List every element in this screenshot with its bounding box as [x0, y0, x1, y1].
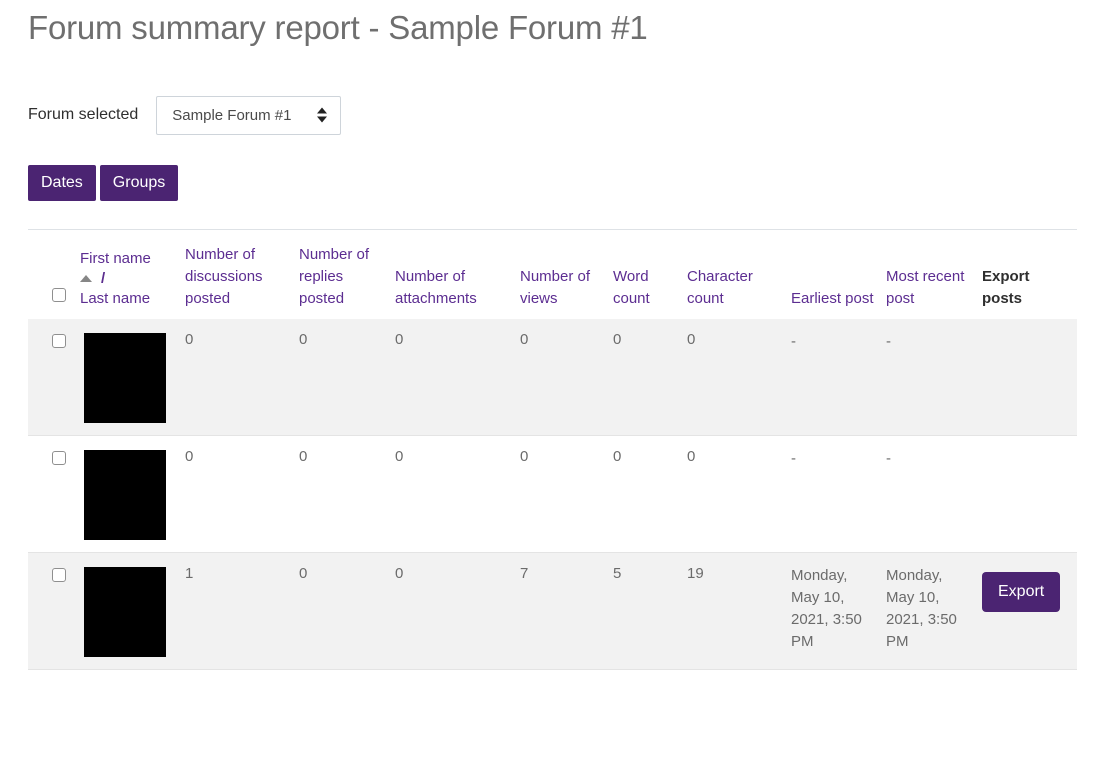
forum-summary-table: First name / Last name Number of discuss… [28, 230, 1077, 670]
report-page: Forum summary report - Sample Forum #1 F… [0, 0, 1105, 670]
character-count-cell: 19 [687, 565, 704, 583]
table-row: 0 0 0 0 0 0 - - [28, 435, 1077, 553]
row-select-cell [28, 553, 80, 670]
forum-selected-label: Forum selected [28, 106, 139, 124]
table-row: 1 0 0 7 5 19 Monday, May 10, 2021, 3:50 PM Mond… [28, 552, 1077, 670]
column-header-word-count[interactable]: Word count [613, 230, 687, 319]
name-sort-row: / [80, 270, 177, 288]
row-select-checkbox[interactable] [52, 451, 66, 466]
earliest-post-cell: - [791, 450, 796, 468]
word-count-cell: 5 [613, 565, 622, 583]
replies-cell: 0 [299, 448, 308, 466]
views-cell: 0 [520, 448, 529, 466]
export-cell [982, 319, 1077, 436]
table-row: 0 0 0 0 0 0 - - [28, 319, 1077, 436]
column-header-character-count[interactable]: Character count [687, 230, 791, 319]
table-header-row: First name / Last name Number of discuss… [28, 230, 1077, 319]
table-body: 0 0 0 0 0 0 - - 0 0 0 0 0 0 - - 1 0 0 7 5 19 Monday, May 10, 2… [28, 319, 1077, 670]
character-count-cell: 0 [687, 331, 696, 349]
row-select-cell [28, 319, 80, 436]
redacted-name-block [84, 450, 166, 541]
forum-selector-row: Forum selected Sample Forum #1 [28, 95, 1077, 136]
user-name-cell [80, 553, 185, 670]
forum-select[interactable]: Sample Forum #1 [156, 95, 342, 136]
views-cell: 7 [520, 565, 529, 583]
select-all-checkbox[interactable] [52, 287, 66, 302]
filter-button-group: Dates Groups [28, 165, 1077, 202]
name-separator: / [101, 269, 106, 287]
column-header-replies[interactable]: Number of replies posted [299, 230, 395, 319]
column-header-earliest-post[interactable]: Earliest post [791, 230, 886, 319]
most-recent-post-cell: - [886, 450, 891, 468]
replies-cell: 0 [299, 331, 308, 349]
character-count-cell: 0 [687, 448, 696, 466]
discussions-cell: 1 [185, 565, 194, 583]
column-header-attachments[interactable]: Number of attachments [395, 230, 520, 319]
user-name-cell [80, 436, 185, 553]
views-cell: 0 [520, 331, 529, 349]
column-header-name: First name / Last name [80, 230, 185, 319]
page-title: Forum summary report - Sample Forum #1 [28, 9, 648, 46]
table-header: First name / Last name Number of discuss… [28, 230, 1077, 319]
column-header-most-recent-post[interactable]: Most recent post [886, 230, 982, 319]
export-cell [982, 436, 1077, 553]
attachments-cell: 0 [395, 565, 404, 583]
row-select-cell [28, 436, 80, 553]
row-select-checkbox[interactable] [52, 568, 66, 583]
user-name-cell [80, 319, 185, 436]
last-name-label[interactable]: Last name [80, 288, 177, 310]
most-recent-post-cell: - [886, 333, 891, 351]
replies-cell: 0 [299, 565, 308, 583]
export-button[interactable]: Export [982, 572, 1061, 613]
column-header-views[interactable]: Number of views [520, 230, 613, 319]
column-header-export-posts: Export posts [982, 267, 1030, 307]
redacted-name-block [84, 567, 166, 658]
discussions-cell: 0 [185, 331, 194, 349]
export-cell: Export [982, 553, 1077, 670]
report-table-container: First name / Last name Number of discuss… [28, 229, 1077, 670]
attachments-cell: 0 [395, 448, 404, 466]
attachments-cell: 0 [395, 331, 404, 349]
forum-select-wrapper: Sample Forum #1 [156, 95, 342, 136]
column-header-discussions[interactable]: Number of discussions posted [185, 230, 299, 319]
discussions-cell: 0 [185, 448, 194, 466]
groups-button[interactable]: Groups [99, 165, 179, 202]
first-name-label[interactable]: First name [80, 248, 177, 270]
most-recent-post-cell: Monday, May 10, 2021, 3:50 PM [886, 567, 957, 650]
redacted-name-block [84, 333, 166, 424]
row-select-checkbox[interactable] [52, 334, 66, 349]
word-count-cell: 0 [613, 448, 622, 466]
word-count-cell: 0 [613, 331, 622, 349]
earliest-post-cell: - [791, 333, 796, 351]
sort-asc-arrow-icon[interactable] [80, 275, 92, 283]
earliest-post-cell: Monday, May 10, 2021, 3:50 PM [791, 567, 862, 650]
select-all-header [28, 230, 80, 319]
dates-button[interactable]: Dates [28, 165, 96, 202]
